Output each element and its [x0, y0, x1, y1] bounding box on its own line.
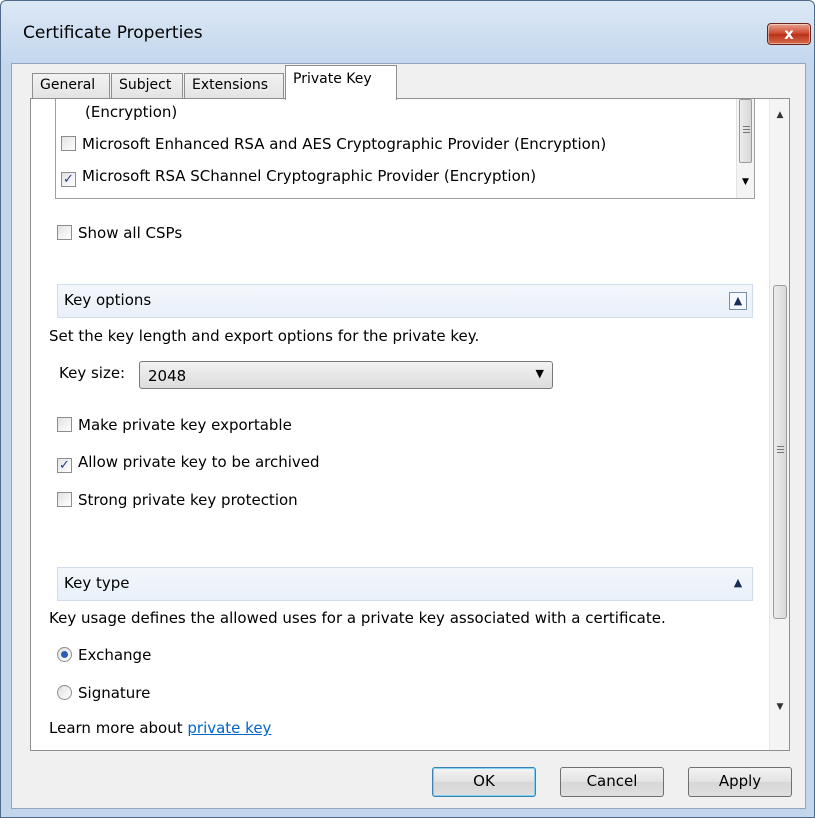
csp-item-label: (Encryption) [85, 103, 178, 121]
allow-archive-label: Allow private key to be archived [78, 453, 320, 471]
radio-signature[interactable]: Signature [57, 684, 150, 702]
radio-exchange-label: Exchange [78, 646, 152, 664]
chevron-up-icon: ▲ [733, 576, 743, 589]
dialog-client-area: General Subject Extensions Private Key (… [11, 63, 806, 809]
checkbox-icon[interactable] [61, 136, 76, 151]
show-all-csps-label: Show all CSPs [78, 224, 183, 242]
key-options-title: Key options [64, 291, 152, 309]
strong-protection-label: Strong private key protection [78, 491, 298, 509]
learn-more-prefix: Learn more about [49, 719, 188, 737]
csp-item-label: Microsoft RSA SChannel Cryptographic Pro… [82, 167, 537, 185]
apply-button-label: Apply [718, 772, 762, 790]
radio-icon[interactable] [57, 685, 72, 700]
strong-protection-checkbox[interactable]: Strong private key protection [57, 491, 298, 509]
radio-signature-label: Signature [78, 684, 151, 702]
dropdown-arrow-icon: ▼ [535, 367, 544, 380]
title-bar[interactable]: Certificate Properties x [1, 1, 814, 63]
tab-extensions-label: Extensions [192, 77, 269, 93]
csp-item-partial: (Encryption) [85, 103, 177, 125]
make-exportable-label: Make private key exportable [78, 416, 292, 434]
tab-subject-label: Subject [119, 77, 172, 93]
tab-extensions[interactable]: Extensions [184, 73, 284, 98]
allow-archive-checkbox[interactable]: ✓ Allow private key to be archived [57, 453, 320, 473]
panel-scroll-thumb[interactable] [773, 285, 787, 619]
checked-checkbox-icon[interactable]: ✓ [57, 458, 72, 473]
key-type-title: Key type [64, 574, 130, 592]
key-size-dropdown[interactable]: 2048 ▼ [139, 361, 553, 389]
key-type-header[interactable]: Key type ▲ [57, 567, 753, 601]
cancel-button[interactable]: Cancel [560, 767, 664, 797]
chevron-up-icon: ▲ [733, 294, 743, 307]
checkbox-icon[interactable] [57, 492, 72, 507]
scroll-down-arrow-icon[interactable]: ▼ [770, 697, 790, 717]
scroll-up-arrow-icon[interactable]: ▲ [770, 105, 790, 125]
certificate-properties-window: Certificate Properties x General Subject… [0, 0, 815, 818]
panel-scrollbar[interactable]: ▲ ▼ [769, 99, 789, 750]
show-all-csps-checkbox[interactable]: Show all CSPs [57, 224, 182, 242]
close-button[interactable]: x [767, 23, 811, 45]
tab-private-key[interactable]: Private Key [285, 65, 397, 100]
radio-selected-icon[interactable] [57, 647, 72, 662]
private-key-panel: (Encryption) Microsoft Enhanced RSA and … [30, 98, 790, 751]
csp-list-scrollbar[interactable]: ▼ [736, 99, 754, 198]
apply-button[interactable]: Apply [688, 767, 792, 797]
checkbox-icon[interactable] [57, 417, 72, 432]
key-size-value: 2048 [148, 367, 187, 385]
csp-item-label: Microsoft Enhanced RSA and AES Cryptogra… [82, 135, 607, 153]
scroll-down-arrow-icon[interactable]: ▼ [737, 177, 754, 187]
key-options-description: Set the key length and export options fo… [49, 327, 480, 345]
csp-list[interactable]: (Encryption) Microsoft Enhanced RSA and … [55, 99, 755, 199]
key-size-label: Key size: [59, 364, 126, 382]
learn-more-text: Learn more about private key [49, 719, 271, 737]
window-title: Certificate Properties [23, 23, 203, 43]
collapse-key-type-button[interactable]: ▲ [729, 575, 747, 593]
tab-general[interactable]: General [32, 73, 110, 98]
csp-item-rsa-schannel[interactable]: ✓ Microsoft RSA SChannel Cryptographic Pr… [61, 167, 536, 189]
key-options-header[interactable]: Key options ▲ [57, 284, 753, 318]
private-key-link[interactable]: private key [187, 719, 271, 737]
cancel-button-label: Cancel [586, 772, 638, 790]
ok-button-label: OK [473, 772, 495, 790]
tab-general-label: General [40, 77, 96, 93]
panel-scroll-content: (Encryption) Microsoft Enhanced RSA and … [31, 99, 769, 750]
tab-subject[interactable]: Subject [111, 73, 183, 98]
tab-private-key-label: Private Key [293, 71, 372, 87]
close-icon: x [784, 25, 794, 43]
csp-item-enhanced-rsa-aes[interactable]: Microsoft Enhanced RSA and AES Cryptogra… [61, 135, 606, 157]
ok-button[interactable]: OK [432, 767, 536, 797]
collapse-key-options-button[interactable]: ▲ [729, 292, 747, 310]
checked-checkbox-icon[interactable]: ✓ [61, 172, 76, 187]
radio-exchange[interactable]: Exchange [57, 646, 151, 664]
make-exportable-checkbox[interactable]: Make private key exportable [57, 416, 292, 434]
checkbox-icon[interactable] [57, 225, 72, 240]
csp-scroll-thumb[interactable] [739, 99, 752, 163]
key-type-description: Key usage defines the allowed uses for a… [49, 609, 666, 627]
